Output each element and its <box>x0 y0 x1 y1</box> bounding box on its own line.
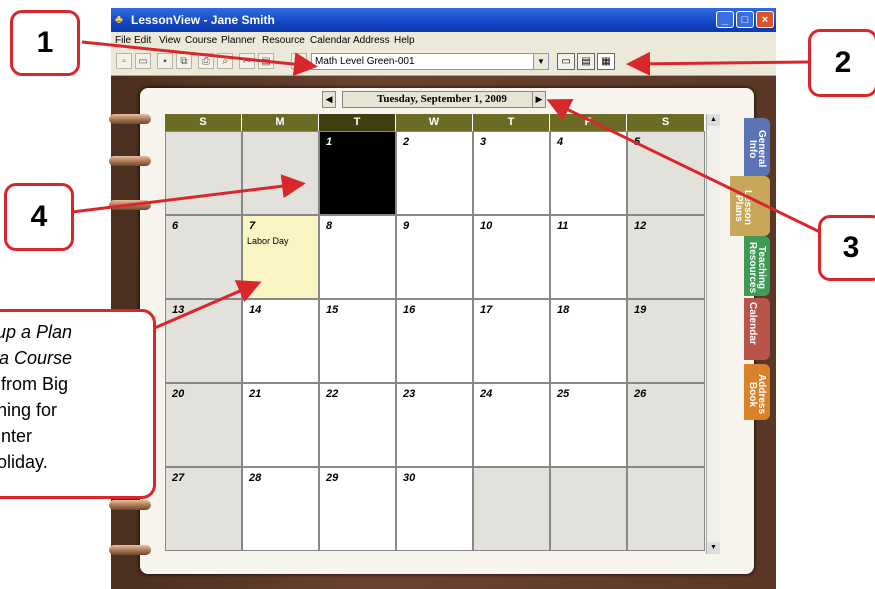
callout-2: 2 <box>808 29 875 97</box>
note-line: from Big <box>1 374 69 394</box>
callout-4: 4 <box>4 183 74 251</box>
callout-3: 3 <box>818 215 875 281</box>
callout-1: 1 <box>10 10 80 76</box>
callout-1-arrow <box>81 40 318 77</box>
note-line: nter <box>1 426 33 446</box>
callout-4-arrow <box>71 174 306 214</box>
note-line: oliday. <box>0 452 48 472</box>
note-line: tup a Plan <box>0 322 73 342</box>
callout-note-arrow <box>149 280 262 332</box>
note-line: a Course <box>0 348 73 368</box>
instruction-note: tup a Plan a Course from Big hing for nt… <box>0 309 156 499</box>
callout-3-arrow <box>546 99 821 234</box>
callout-2-arrow <box>626 51 809 76</box>
annotation-arrows <box>71 40 821 332</box>
note-line: hing for <box>0 400 58 420</box>
